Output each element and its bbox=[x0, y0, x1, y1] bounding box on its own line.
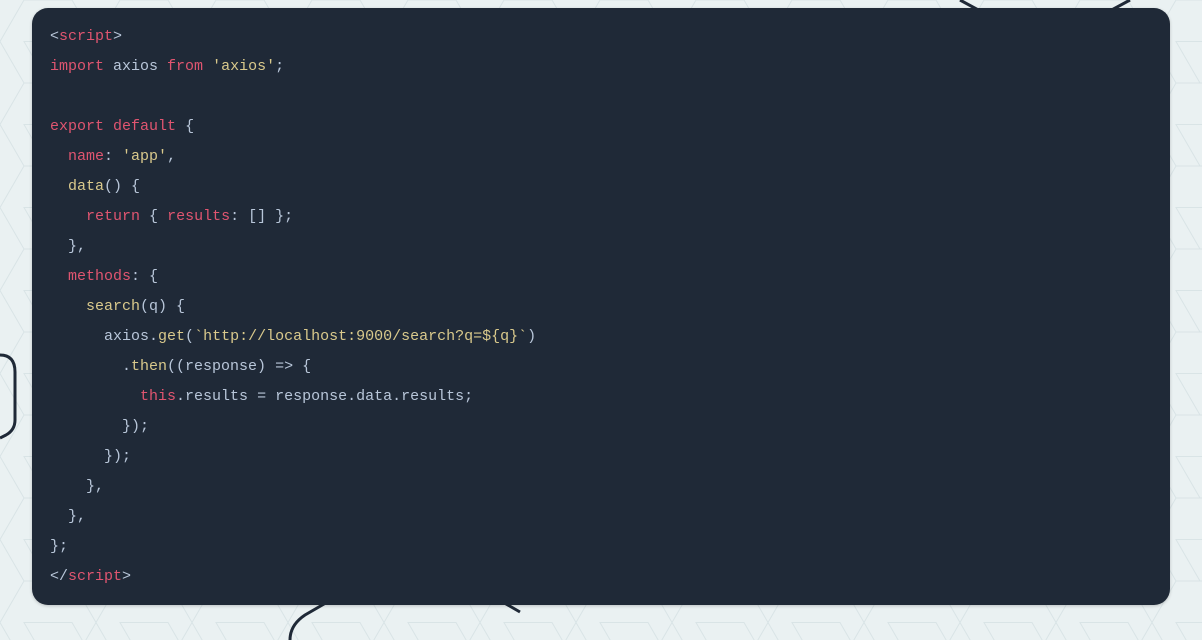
code-content: <script> import axios from 'axios'; expo… bbox=[50, 22, 1152, 592]
code-indent bbox=[50, 328, 104, 345]
code-indent bbox=[50, 298, 86, 315]
code-indent bbox=[50, 478, 86, 495]
code-token: = bbox=[257, 388, 275, 405]
code-token: search bbox=[86, 298, 140, 315]
code-block-panel: <script> import axios from 'axios'; expo… bbox=[32, 8, 1170, 605]
code-indent bbox=[50, 178, 68, 195]
code-indent bbox=[50, 388, 140, 405]
code-token: methods bbox=[68, 268, 131, 285]
code-token: default bbox=[113, 118, 176, 135]
code-token: { bbox=[149, 208, 167, 225]
code-token: [] }; bbox=[248, 208, 293, 225]
code-token: () { bbox=[104, 178, 140, 195]
code-token: this bbox=[140, 388, 176, 405]
code-indent bbox=[50, 148, 68, 165]
code-token: results bbox=[185, 388, 257, 405]
code-token: . bbox=[176, 388, 185, 405]
code-token: < bbox=[50, 28, 59, 45]
code-token: : bbox=[230, 208, 248, 225]
code-token: }); bbox=[104, 448, 131, 465]
code-token: import bbox=[50, 58, 104, 75]
code-indent bbox=[50, 238, 68, 255]
code-token: > bbox=[113, 28, 122, 45]
code-indent bbox=[50, 448, 104, 465]
code-token bbox=[104, 118, 113, 135]
code-token: > bbox=[122, 568, 131, 585]
code-token: { bbox=[185, 118, 194, 135]
code-token: }, bbox=[68, 238, 86, 255]
code-token: axios. bbox=[104, 328, 158, 345]
code-indent bbox=[50, 418, 122, 435]
code-token: }; bbox=[50, 538, 68, 555]
code-indent bbox=[50, 268, 68, 285]
code-token: get bbox=[158, 328, 185, 345]
code-token: script bbox=[59, 28, 113, 45]
code-token: ; bbox=[275, 58, 284, 75]
code-token: axios bbox=[104, 58, 167, 75]
code-token: ( bbox=[185, 328, 194, 345]
code-token: response.data.results; bbox=[275, 388, 473, 405]
code-token: ) bbox=[527, 328, 536, 345]
code-token: return bbox=[86, 208, 140, 225]
code-token bbox=[140, 208, 149, 225]
code-token: 'axios' bbox=[212, 58, 275, 75]
code-token: 'app' bbox=[122, 148, 167, 165]
code-token: then bbox=[131, 358, 167, 375]
code-token: results bbox=[167, 208, 230, 225]
code-token: script bbox=[68, 568, 122, 585]
code-token: : bbox=[104, 148, 122, 165]
code-token: </ bbox=[50, 568, 68, 585]
code-indent bbox=[50, 358, 122, 375]
code-token: from bbox=[167, 58, 203, 75]
code-indent bbox=[50, 508, 68, 525]
code-token bbox=[176, 118, 185, 135]
code-token: }, bbox=[68, 508, 86, 525]
code-token: }); bbox=[122, 418, 149, 435]
code-token: `http://localhost:9000/search?q=${q}` bbox=[194, 328, 527, 345]
code-token: ((response) bbox=[167, 358, 275, 375]
code-token: => bbox=[275, 358, 293, 375]
code-token: export bbox=[50, 118, 104, 135]
code-token: , bbox=[167, 148, 176, 165]
code-indent bbox=[50, 208, 86, 225]
code-token: . bbox=[122, 358, 131, 375]
code-token: name bbox=[68, 148, 104, 165]
code-token: (q) { bbox=[140, 298, 185, 315]
code-token: data bbox=[68, 178, 104, 195]
code-token bbox=[203, 58, 212, 75]
code-token: { bbox=[293, 358, 311, 375]
code-token: : { bbox=[131, 268, 158, 285]
code-token: }, bbox=[86, 478, 104, 495]
